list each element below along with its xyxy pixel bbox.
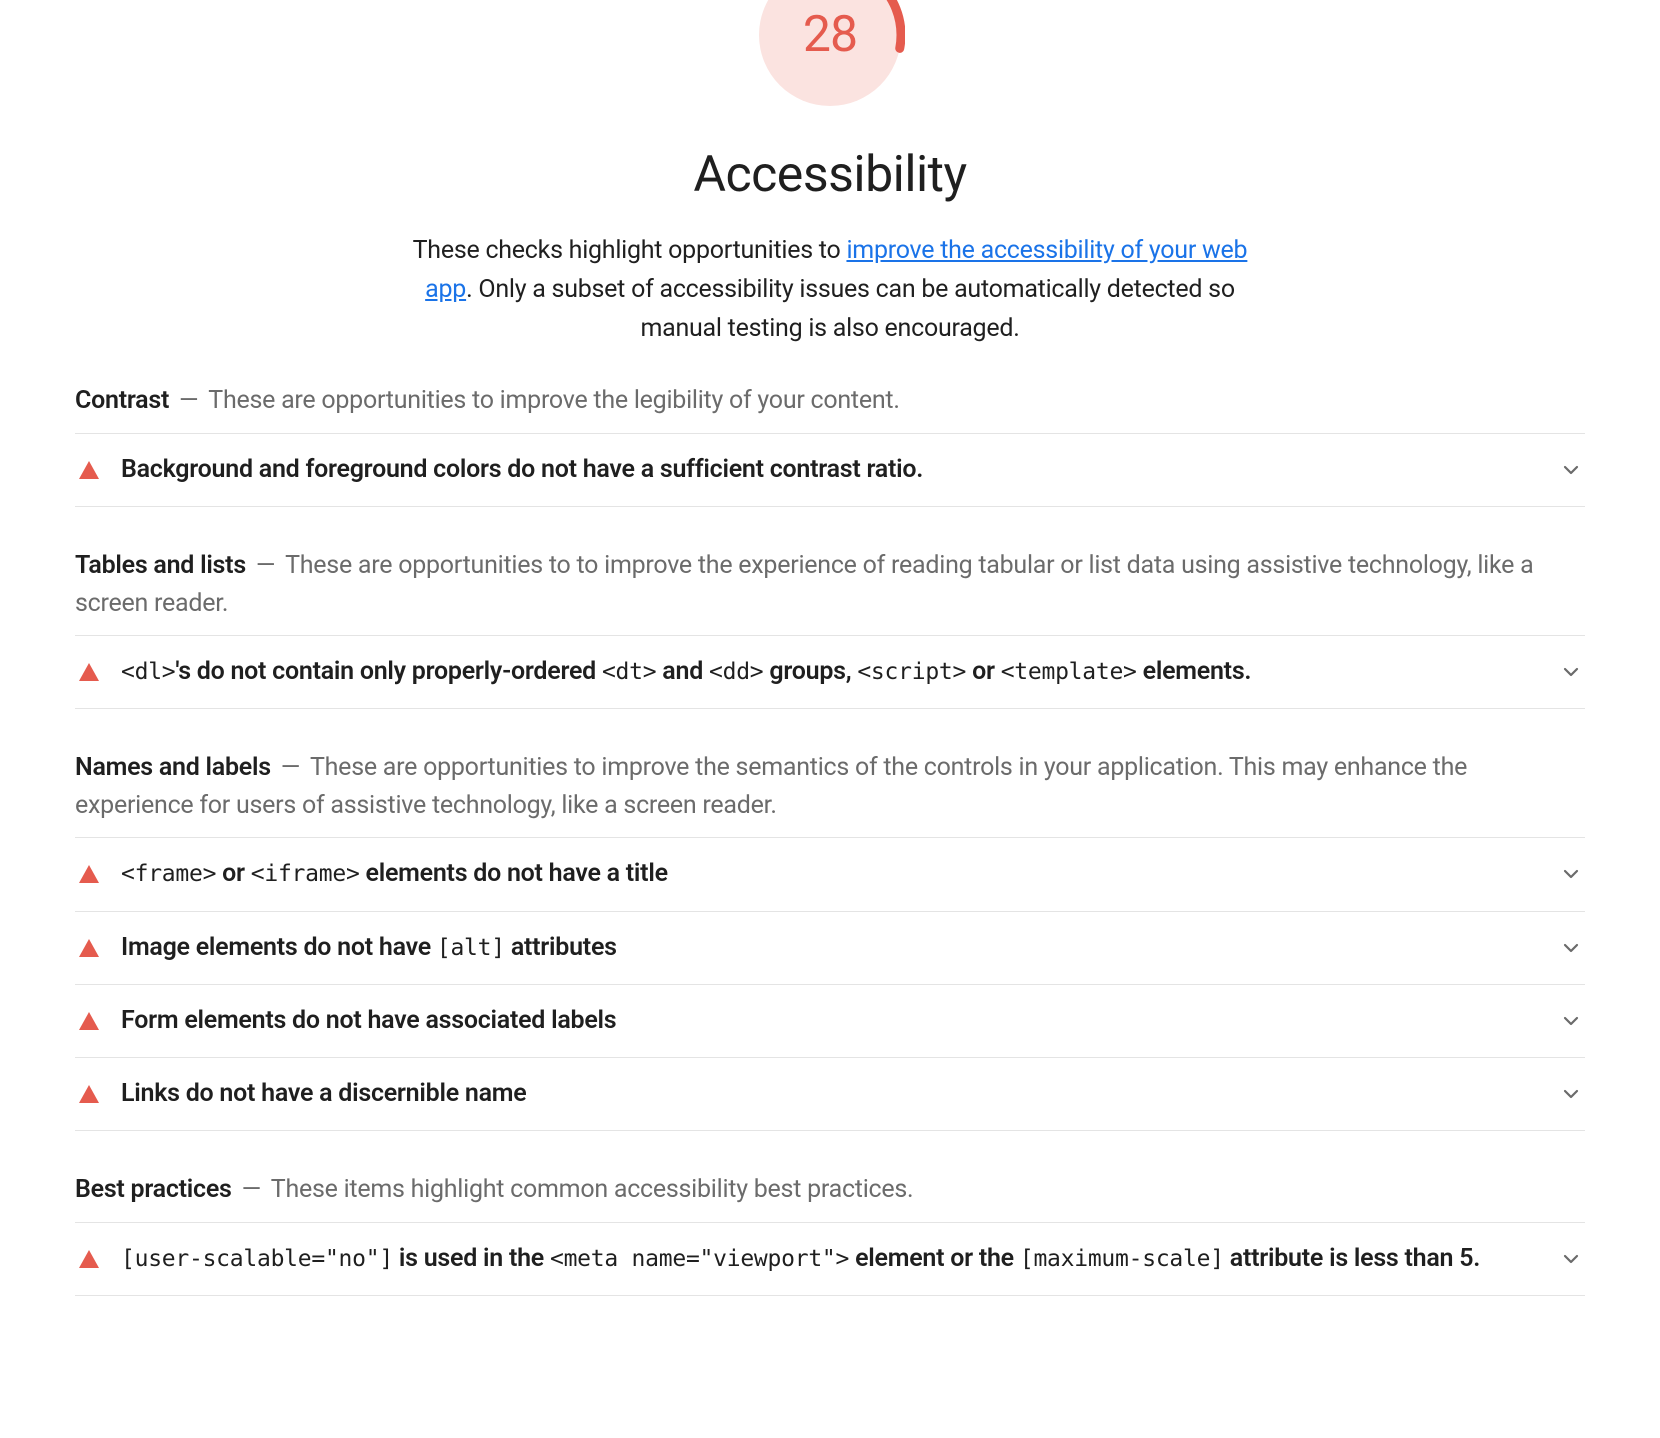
dash-separator: — (246, 551, 285, 580)
warning-triangle-icon (79, 1085, 99, 1103)
warning-triangle-icon (79, 1250, 99, 1268)
audit-row[interactable]: <frame> or <iframe> elements do not have… (75, 837, 1585, 911)
warning-triangle-icon (79, 865, 99, 883)
chevron-down-icon (1561, 938, 1581, 958)
group-header: Best practices — These items highlight c… (75, 1171, 1585, 1209)
audit-title: Background and foreground colors do not … (121, 452, 1539, 488)
chevron-down-icon (1561, 864, 1581, 884)
score-value: 28 (755, 0, 905, 110)
page-subhead: These checks highlight opportunities to … (400, 232, 1260, 348)
chevron-down-icon (1561, 460, 1581, 480)
chevron-down-icon (1561, 1249, 1581, 1269)
warning-triangle-icon (79, 939, 99, 957)
chevron-down-icon (1561, 1084, 1581, 1104)
group-title: Tables and lists (75, 551, 246, 580)
audit-title: Image elements do not have [alt] attribu… (121, 930, 1539, 966)
audit-row[interactable]: Image elements do not have [alt] attribu… (75, 911, 1585, 985)
audit-title: Links do not have a discernible name (121, 1076, 1539, 1112)
warning-triangle-icon (79, 461, 99, 479)
chevron-down-icon (1561, 1011, 1581, 1031)
group-description: These are opportunities to improve the l… (208, 386, 899, 415)
group-header: Names and labels — These are opportuniti… (75, 749, 1585, 824)
audit-row[interactable]: Form elements do not have associated lab… (75, 984, 1585, 1058)
dash-separator: — (169, 386, 208, 415)
audit-title: [user-scalable="no"] is used in the <met… (121, 1241, 1539, 1277)
dash-separator: — (271, 753, 310, 782)
subhead-suffix: . Only a subset of accessibility issues … (466, 275, 1235, 343)
warning-triangle-icon (79, 663, 99, 681)
group-description: These are opportunities to to improve th… (75, 551, 1533, 618)
audit-row[interactable]: Links do not have a discernible name (75, 1057, 1585, 1131)
group-description: These items highlight common accessibili… (271, 1175, 914, 1204)
audit-row[interactable]: <dl>'s do not contain only properly-orde… (75, 635, 1585, 709)
score-gauge: 28 (755, 0, 905, 110)
audit-row[interactable]: Background and foreground colors do not … (75, 433, 1585, 507)
group-title: Contrast (75, 386, 169, 415)
audit-row[interactable]: [user-scalable="no"] is used in the <met… (75, 1222, 1585, 1296)
chevron-down-icon (1561, 662, 1581, 682)
score-gauge-container: 28 (75, 0, 1585, 110)
dash-separator: — (232, 1175, 271, 1204)
group-header: Tables and lists — These are opportuniti… (75, 547, 1585, 622)
audit-title: Form elements do not have associated lab… (121, 1003, 1539, 1039)
page-title: Accessibility (75, 140, 1585, 210)
group-header: Contrast — These are opportunities to im… (75, 382, 1585, 420)
group-title: Best practices (75, 1175, 232, 1204)
group-title: Names and labels (75, 753, 271, 782)
audit-title: <dl>'s do not contain only properly-orde… (121, 654, 1539, 690)
subhead-prefix: These checks highlight opportunities to (413, 236, 847, 265)
audit-title: <frame> or <iframe> elements do not have… (121, 856, 1539, 892)
warning-triangle-icon (79, 1012, 99, 1030)
